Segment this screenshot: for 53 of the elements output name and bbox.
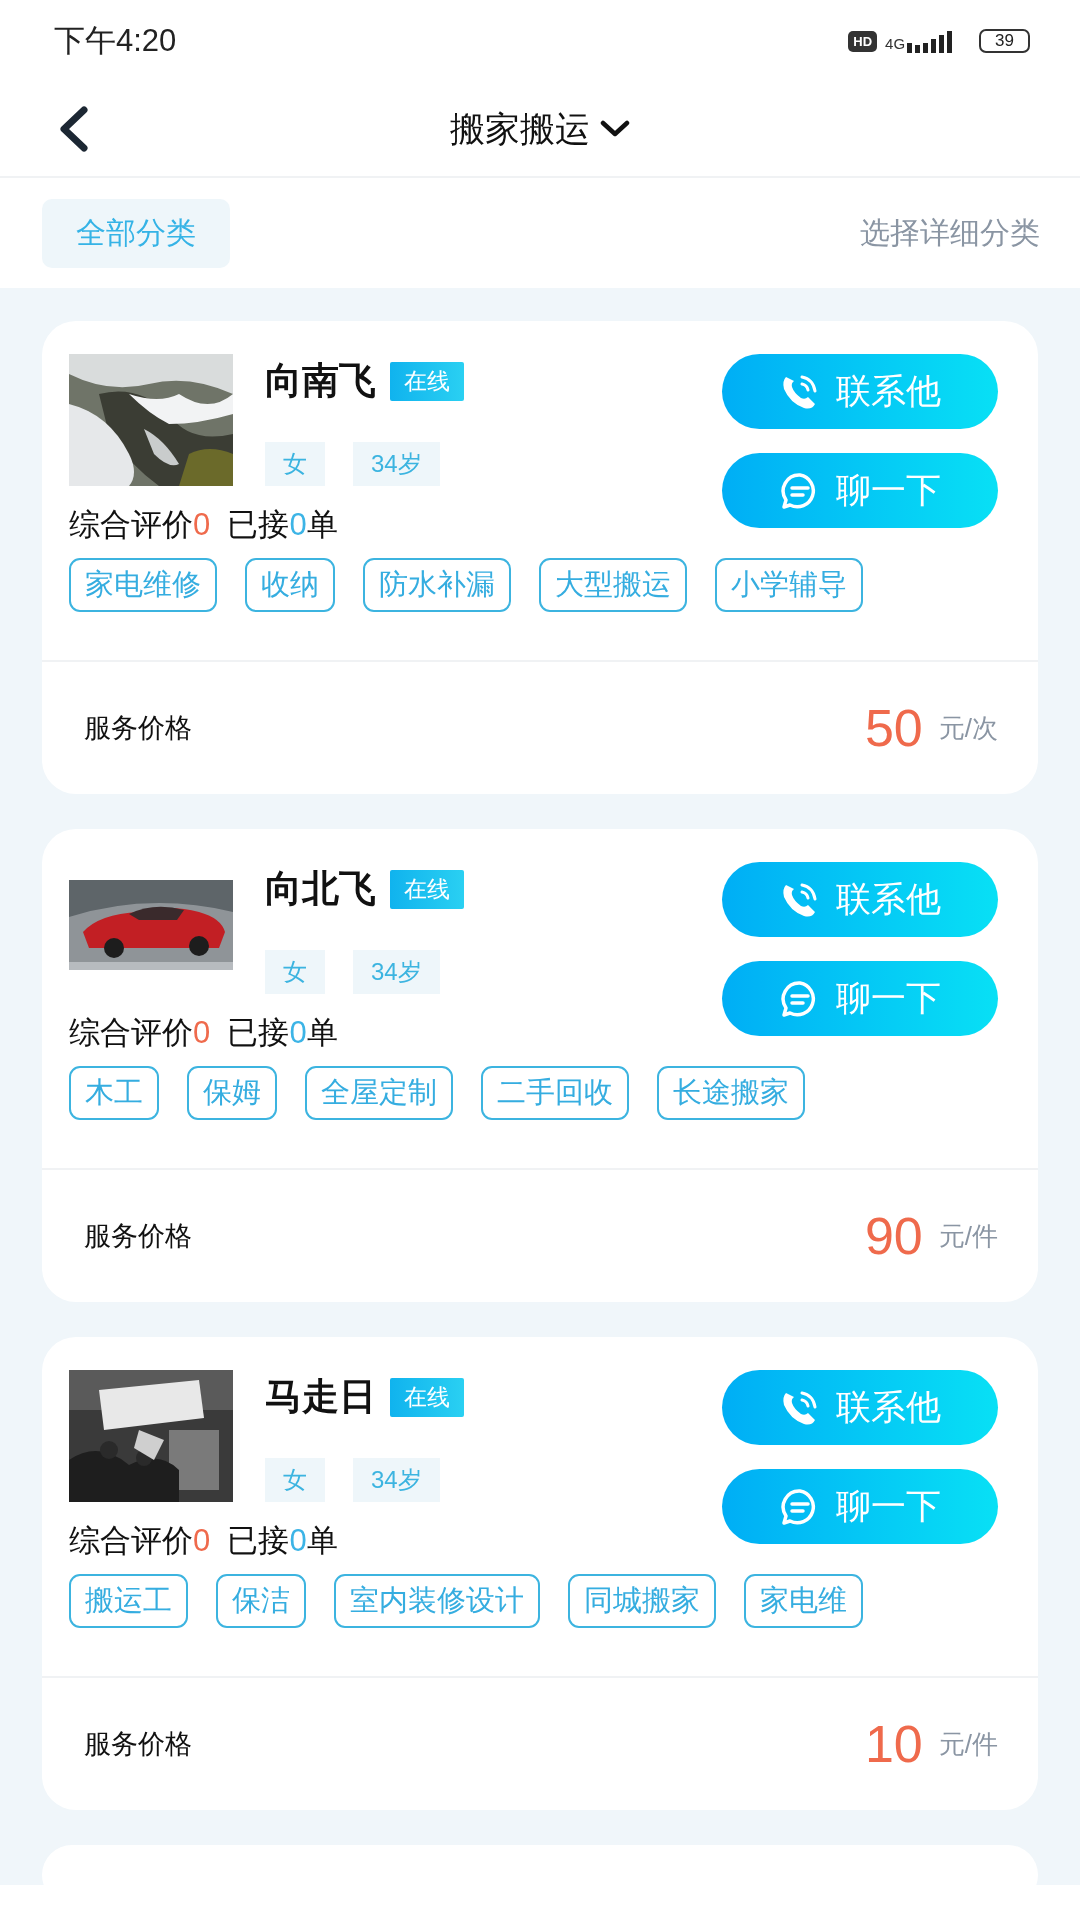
contact-button[interactable]: 联系他 — [722, 862, 998, 937]
service-tag: 搬运工 — [69, 1574, 188, 1628]
provider-name: 向南飞 — [265, 359, 376, 403]
status-badge: 在线 — [390, 361, 464, 401]
contact-button[interactable]: 联系他 — [722, 1370, 998, 1445]
service-tag: 收纳 — [245, 558, 335, 612]
price-unit: 元/件 — [938, 1727, 998, 1761]
chat-button[interactable]: 聊一下 — [722, 1469, 998, 1544]
all-categories-tab[interactable]: 全部分类 — [42, 198, 230, 268]
rating-summary: 综合评价0 已接0单 — [69, 1014, 339, 1052]
service-tag: 室内装修设计 — [334, 1574, 540, 1628]
service-tag: 防水补漏 — [363, 558, 511, 612]
age-label: 34岁 — [353, 950, 440, 994]
chat-button[interactable]: 聊一下 — [722, 453, 998, 528]
service-tag: 木工 — [69, 1066, 159, 1120]
service-tag: 保姆 — [187, 1066, 277, 1120]
price-label: 服务价格 — [84, 1220, 192, 1253]
gender-label: 女 — [265, 950, 325, 994]
price-value: 50 — [864, 698, 923, 758]
service-tag: 二手回收 — [481, 1066, 629, 1120]
detail-category-selector[interactable]: 选择详细分类 — [860, 212, 1040, 254]
hd-badge: HD — [848, 30, 878, 52]
network-label: 4G — [885, 35, 906, 52]
service-tag: 全屋定制 — [305, 1066, 453, 1120]
status-badge: 在线 — [390, 1377, 464, 1417]
price-value: 10 — [864, 1714, 923, 1774]
service-tag: 保洁 — [216, 1574, 306, 1628]
status-badge: 在线 — [390, 869, 464, 909]
chevron-down-icon[interactable] — [600, 119, 630, 139]
price-unit: 元/次 — [938, 711, 998, 745]
service-tag: 大型搬运 — [539, 558, 687, 612]
service-tag: 长途搬家 — [657, 1066, 805, 1120]
status-time: 下午4:20 — [54, 22, 177, 60]
service-tag: 家电维修 — [69, 558, 217, 612]
service-tag: 小学辅导 — [715, 558, 863, 612]
rating-summary: 综合评价0 已接0单 — [69, 506, 339, 544]
chat-button[interactable]: 聊一下 — [722, 961, 998, 1036]
provider-name: 向北飞 — [265, 867, 376, 911]
provider-name: 马走日 — [265, 1375, 376, 1419]
service-tag: 家电维 — [744, 1574, 863, 1628]
price-label: 服务价格 — [84, 1728, 192, 1761]
contact-button[interactable]: 联系他 — [722, 354, 998, 429]
price-unit: 元/件 — [938, 1219, 998, 1253]
battery-indicator: 39 — [979, 29, 1030, 53]
price-label: 服务价格 — [84, 712, 192, 745]
gender-label: 女 — [265, 442, 325, 486]
page-title[interactable]: 搬家搬运 — [450, 105, 590, 153]
age-label: 34岁 — [353, 442, 440, 486]
price-value: 90 — [864, 1206, 923, 1266]
rating-summary: 综合评价0 已接0单 — [69, 1522, 339, 1560]
service-tag: 同城搬家 — [568, 1574, 716, 1628]
gender-label: 女 — [265, 1458, 325, 1502]
age-label: 34岁 — [353, 1458, 440, 1502]
